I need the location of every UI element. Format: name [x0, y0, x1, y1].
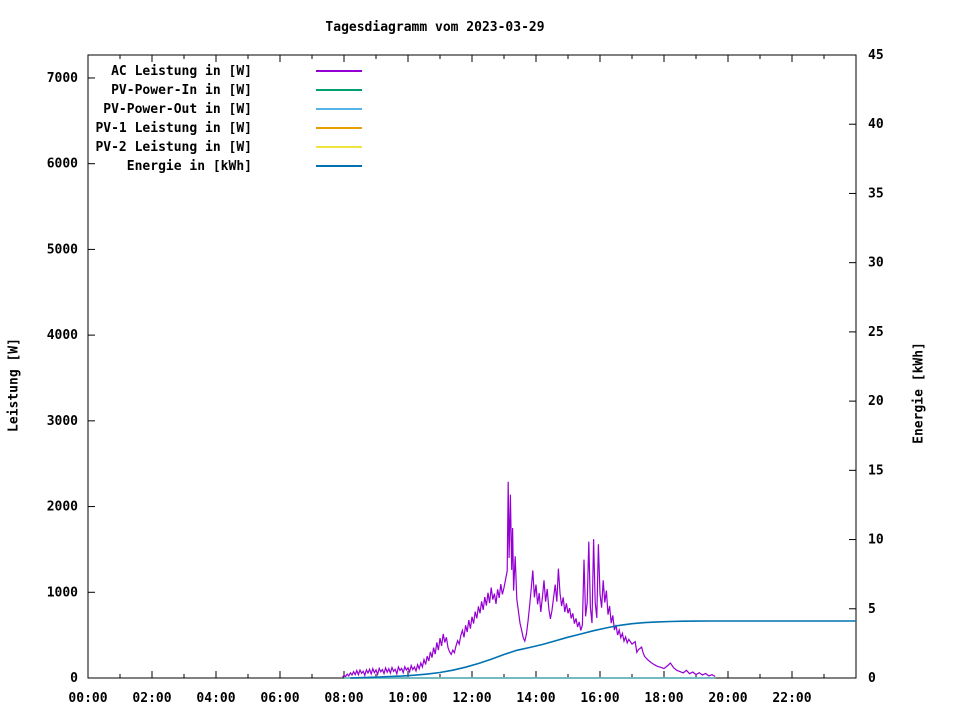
y-right-tick-label: 15	[868, 463, 884, 478]
x-tick-label: 08:00	[324, 691, 363, 706]
y-right-tick-label: 45	[868, 48, 884, 63]
legend-label: PV-Power-In in [W]	[111, 83, 252, 98]
y-left-tick-label: 2000	[47, 500, 78, 515]
x-tick-label: 02:00	[132, 691, 171, 706]
y-left-tick-label: 4000	[47, 328, 78, 343]
y-left-tick-label: 7000	[47, 71, 78, 86]
legend-label: PV-Power-Out in [W]	[103, 102, 252, 117]
y-right-tick-label: 40	[868, 117, 884, 132]
chart-canvas: Tagesdiagramm vom 2023-03-29 Leistung [W…	[0, 0, 960, 720]
x-tick-label: 14:00	[516, 691, 555, 706]
y-right-tick-label: 5	[868, 602, 876, 617]
plot-area: 00:00 02:00 04:00 06:00 08:00 10:00 12:00 14:00…	[47, 48, 884, 706]
x-tick-label: 06:00	[260, 691, 299, 706]
y-left-tick-label: 5000	[47, 242, 78, 257]
x-tick-label: 04:00	[196, 691, 235, 706]
x-tick-label: 16:00	[580, 691, 619, 706]
y-right-tick-label: 30	[868, 256, 884, 271]
x-tick-label: 10:00	[388, 691, 427, 706]
legend-label: Energie in [kWh]	[127, 159, 252, 174]
y-right-tick-label: 10	[868, 533, 884, 548]
legend-label: PV-1 Leistung in [W]	[95, 121, 252, 136]
y-left-tick-label: 0	[70, 671, 78, 686]
x-tick-label: 18:00	[644, 691, 683, 706]
x-tick-label: 20:00	[708, 691, 747, 706]
y-left-tick-label: 3000	[47, 414, 78, 429]
y-left-tick-label: 6000	[47, 157, 78, 172]
legend-label: AC Leistung in [W]	[111, 64, 252, 79]
y-right-tick-label: 25	[868, 325, 884, 340]
y-left-tick-label: 1000	[47, 585, 78, 600]
legend-label: PV-2 Leistung in [W]	[95, 140, 252, 155]
series-energie-in-kwh	[350, 620, 856, 679]
y-right-tick-label: 35	[868, 186, 884, 201]
y-right-tick-label: 0	[868, 671, 876, 686]
x-tick-label: 00:00	[68, 691, 107, 706]
x-tick-label: 12:00	[452, 691, 491, 706]
y-right-tick-label: 20	[868, 394, 884, 409]
x-tick-label: 22:00	[772, 691, 811, 706]
